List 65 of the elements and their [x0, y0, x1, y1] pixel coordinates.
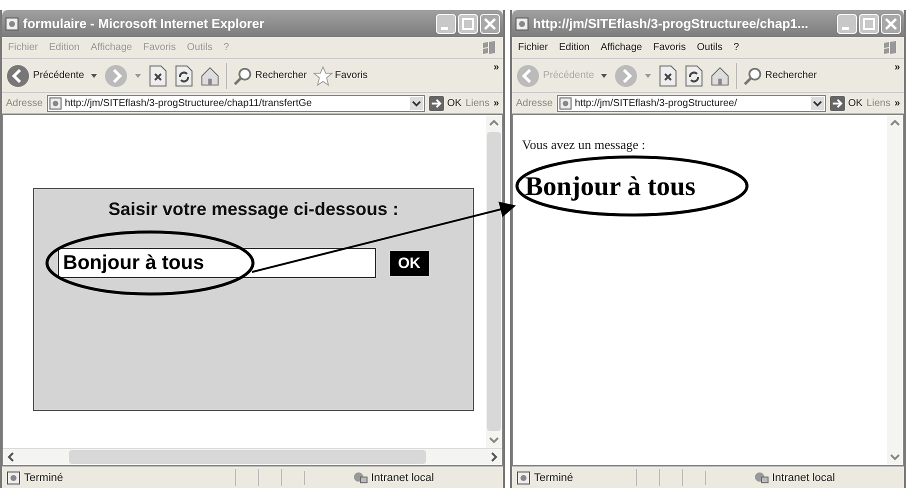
forward-button[interactable] — [614, 64, 638, 88]
network-icon — [353, 470, 368, 484]
home-button[interactable] — [710, 64, 730, 86]
form-heading: Saisir votre message ci-dessous : — [108, 199, 399, 220]
more-chevron[interactable]: » — [894, 98, 900, 108]
ok-button[interactable]: OK — [390, 250, 428, 276]
page-icon — [558, 96, 572, 110]
star-icon — [312, 64, 333, 86]
stop-button[interactable] — [658, 64, 678, 86]
page-icon — [516, 470, 531, 484]
maximize-button[interactable] — [859, 14, 879, 34]
vertical-scrollbar[interactable] — [486, 115, 502, 448]
zone-text: Intranet local — [371, 472, 434, 484]
more-chevron[interactable]: » — [894, 62, 900, 73]
menu-item[interactable]: Favoris — [653, 42, 686, 53]
search-button[interactable]: Rechercher — [743, 64, 817, 86]
caret-icon[interactable] — [600, 72, 608, 80]
refresh-button[interactable] — [684, 64, 704, 86]
search-button[interactable]: Rechercher — [233, 64, 307, 86]
stop-button[interactable] — [148, 64, 168, 86]
address-label: Adresse — [6, 98, 43, 108]
vertical-scrollbar[interactable] — [887, 115, 903, 465]
address-field[interactable]: http://jm/SITEflash/3-progStructuree/chap11/transfertGe — [46, 94, 426, 112]
right-arrow-icon — [429, 96, 444, 110]
menu-item[interactable]: Affichage — [600, 42, 642, 53]
dropdown-icon[interactable] — [811, 96, 824, 110]
address-field[interactable]: http://jm/SITEflash/3-progStructuree/ — [556, 94, 826, 112]
page-icon — [5, 16, 19, 30]
home-button[interactable] — [200, 64, 220, 86]
status-text: Terminé — [24, 472, 64, 484]
windows-logo-icon — [882, 40, 898, 56]
horizontal-scrollbar[interactable] — [3, 448, 502, 465]
window-title: formulaire - Microsoft Internet Explorer — [23, 16, 266, 31]
network-icon — [754, 470, 769, 484]
menu-item[interactable]: ? — [733, 42, 740, 53]
message-text: Bonjour à tous — [525, 170, 696, 202]
favorites-button[interactable]: Favoris — [312, 64, 368, 86]
caret-icon[interactable] — [90, 72, 98, 80]
right-arrow-icon — [830, 96, 846, 110]
go-button[interactable]: OK — [830, 96, 863, 110]
menu-item[interactable]: Outils — [696, 42, 722, 53]
dropdown-icon[interactable] — [410, 96, 424, 110]
page-icon — [6, 470, 21, 484]
refresh-button[interactable] — [174, 64, 194, 86]
address-label: Adresse — [516, 98, 553, 108]
minimize-button[interactable] — [436, 14, 456, 34]
close-button[interactable] — [480, 14, 500, 34]
back-button[interactable]: Précédente — [6, 64, 84, 88]
minimize-button[interactable] — [837, 14, 857, 34]
go-button[interactable]: OK — [429, 96, 462, 110]
more-chevron[interactable]: » — [493, 62, 499, 73]
windows-logo-icon — [481, 40, 497, 56]
message-input[interactable]: Bonjour à tous — [58, 248, 376, 278]
menu-item[interactable]: Fichier — [518, 42, 548, 53]
intro-text: Vous avez un message : — [522, 137, 646, 153]
forward-button[interactable] — [104, 64, 128, 88]
more-chevron[interactable]: » — [493, 98, 499, 108]
close-button[interactable] — [881, 14, 901, 34]
zone-text: Intranet local — [772, 472, 835, 484]
status-text: Terminé — [534, 472, 574, 484]
maximize-button[interactable] — [458, 14, 478, 34]
menu-item[interactable]: Edition — [559, 42, 590, 53]
page-icon — [515, 16, 529, 30]
window-title: http://jm/SITEflash/3-progStructuree/chap1... — [533, 16, 810, 31]
page-icon — [48, 96, 62, 110]
